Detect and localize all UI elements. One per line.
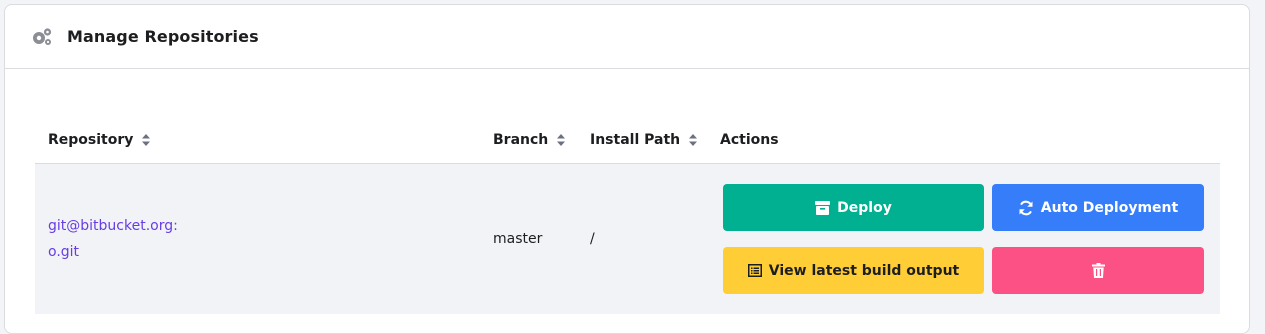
table-row: git@bitbucket.org: o.git master / Deploy [35, 163, 1220, 314]
column-header-label: Repository [48, 132, 134, 148]
sort-icon[interactable] [688, 134, 698, 146]
card-header: Manage Repositories [5, 5, 1249, 69]
repository-link[interactable]: git@bitbucket.org: o.git [48, 213, 493, 265]
card-title: Manage Repositories [67, 27, 259, 46]
auto-deployment-label: Auto Deployment [1040, 199, 1179, 216]
delete-button[interactable] [992, 247, 1204, 294]
column-header-label: Branch [493, 132, 549, 148]
view-build-output-button[interactable]: View latest build output [723, 247, 984, 294]
sort-icon[interactable] [141, 134, 151, 146]
trash-icon [1091, 263, 1105, 278]
table-header-row: Repository Branch Install Path Actions [35, 117, 1220, 164]
view-build-output-label: View latest build output [768, 262, 960, 279]
install-path-cell: / [590, 163, 720, 314]
archive-icon [815, 200, 831, 215]
column-header-label: Actions [720, 132, 779, 148]
sync-icon [1018, 200, 1034, 216]
repository-url-line2: o.git [48, 244, 80, 260]
repository-cell: git@bitbucket.org: o.git [35, 163, 493, 314]
manage-repositories-card: Manage Repositories Repository Branch In… [4, 4, 1250, 334]
deploy-label: Deploy [837, 199, 892, 216]
column-header-branch[interactable]: Branch [493, 117, 590, 164]
action-buttons: Deploy Auto Deployment View latest build… [720, 184, 1220, 294]
deploy-button[interactable]: Deploy [723, 184, 984, 231]
column-header-repository[interactable]: Repository [35, 117, 493, 164]
sort-icon[interactable] [556, 134, 566, 146]
repository-url-line1: git@bitbucket.org: [48, 218, 178, 234]
gears-icon [31, 26, 53, 48]
list-icon [747, 264, 762, 277]
column-header-install-path[interactable]: Install Path [590, 117, 720, 164]
repositories-table: Repository Branch Install Path Actions g… [35, 117, 1220, 314]
auto-deployment-button[interactable]: Auto Deployment [992, 184, 1204, 231]
column-header-label: Install Path [590, 132, 681, 148]
actions-cell: Deploy Auto Deployment View latest build… [720, 163, 1220, 314]
column-header-actions: Actions [720, 117, 1220, 164]
branch-cell: master [493, 163, 590, 314]
